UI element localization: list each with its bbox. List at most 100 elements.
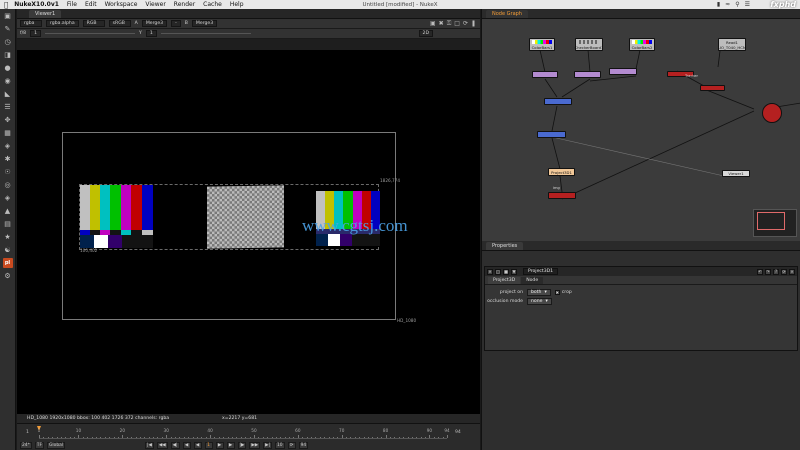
furnace-icon[interactable]: ▤ (3, 219, 13, 229)
next-increment-button[interactable]: |▶ (237, 442, 247, 449)
other-icon[interactable]: ▲ (3, 206, 13, 216)
mask-icon[interactable]: ▣ (430, 20, 436, 28)
close-panel-icon[interactable]: ✕ (789, 268, 795, 275)
play-back-button[interactable]: ◀ (193, 442, 202, 449)
redo-icon[interactable]: ↷ (765, 268, 771, 275)
gain-slider[interactable] (45, 33, 136, 34)
time-icon[interactable]: ◷ (3, 37, 13, 47)
node-viewer1[interactable]: Viewer1 (722, 170, 750, 177)
timeline-ruler[interactable]: 1 10 20 30 40 50 60 70 80 90 94 (37, 426, 450, 439)
node-transform2[interactable] (574, 71, 601, 78)
fps-select[interactable]: 24* (20, 442, 32, 449)
refresh-icon[interactable]: ⟳ (463, 20, 468, 28)
scope-select[interactable]: Global (47, 442, 66, 449)
composite-select[interactable]: - (171, 20, 181, 27)
increment-input[interactable]: 10 (275, 442, 285, 449)
end-frame-input[interactable]: 94 (298, 442, 309, 449)
collapse-icon[interactable]: ▼ (511, 268, 517, 275)
node-graph-canvas[interactable]: ColorBars1 CheckerBoard1 ColorBars2 Read… (482, 19, 800, 241)
node-transform1[interactable] (532, 71, 558, 78)
revert-icon[interactable]: ⟳ (781, 268, 787, 275)
menu-edit[interactable]: Edit (85, 1, 97, 8)
channels-select[interactable]: rgba (20, 20, 42, 27)
gamma-input[interactable]: 1 (145, 30, 157, 37)
input-b-select[interactable]: Merge3 (191, 20, 218, 27)
settings-icon[interactable]: ⚙ (3, 271, 13, 281)
alpha-select[interactable]: rgba.alpha (46, 20, 79, 27)
node-scene[interactable] (762, 103, 782, 123)
play-forward-button[interactable]: ▶ (215, 442, 224, 449)
gamma-slider[interactable] (160, 33, 251, 34)
node-colorbars1[interactable]: ColorBars1 (529, 38, 555, 51)
deep-icon[interactable]: ◎ (3, 180, 13, 190)
menu-workspace[interactable]: Workspace (105, 1, 138, 8)
list-icon[interactable]: ☰ (745, 1, 750, 8)
pipeline-icon[interactable]: ☯ (3, 245, 13, 255)
plugin-icon[interactable]: pl (2, 258, 13, 268)
3d-icon[interactable]: ▦ (3, 128, 13, 138)
roi-icon[interactable]: □ (454, 20, 460, 28)
prev-increment-button[interactable]: ◀| (170, 442, 180, 449)
apple-icon[interactable]:  (4, 1, 8, 9)
loop-button[interactable]: ⟳ (287, 442, 296, 449)
node-checkerboard1[interactable]: CheckerBoard1 (574, 38, 604, 51)
channel-icon[interactable]: ◨ (3, 50, 13, 60)
current-frame-input[interactable]: 1 (204, 442, 213, 449)
pause-icon[interactable]: ❚ (471, 20, 476, 28)
draw-icon[interactable]: ✎ (3, 24, 13, 34)
first-frame-button[interactable]: |◀ (145, 442, 154, 449)
undo-icon[interactable]: ↶ (757, 268, 763, 275)
filter-icon[interactable]: ◉ (3, 76, 13, 86)
merge-icon[interactable]: ☰ (3, 102, 13, 112)
node-merge3[interactable] (537, 131, 566, 138)
keyer-icon[interactable]: ◣ (3, 89, 13, 99)
close-icon[interactable]: ✕ (487, 268, 493, 275)
views-icon[interactable]: ◈ (3, 141, 13, 151)
fstop-label[interactable]: f/8 (20, 31, 26, 36)
prev-frame-button[interactable]: ◀ (182, 442, 191, 449)
prev-key-button[interactable]: ◀◀ (156, 442, 168, 449)
menu-viewer[interactable]: Viewer (145, 1, 165, 8)
next-key-button[interactable]: ▶▶ (249, 442, 261, 449)
node-img[interactable] (548, 192, 576, 199)
input-a-select[interactable]: Merge3 (141, 20, 168, 27)
ocula-icon[interactable]: ★ (3, 232, 13, 242)
tab-node-graph[interactable]: Node Graph (486, 10, 528, 18)
image-icon[interactable]: ▣ (3, 11, 13, 21)
metadata-icon[interactable]: ✱ (3, 154, 13, 164)
node-read1[interactable]: Read1 LIO_T040_HCM (718, 38, 746, 51)
tab-project3d[interactable]: Project3D (488, 277, 521, 284)
color-chip-icon[interactable]: ■ (503, 268, 509, 275)
menu-render[interactable]: Render (174, 1, 195, 8)
colorspace-select[interactable]: RGB (82, 20, 105, 27)
app-menu[interactable]: NukeX10.0v1 (14, 1, 59, 8)
node-project3d1[interactable]: Project3D1 (548, 168, 575, 176)
float-icon[interactable]: □ (495, 268, 501, 275)
last-frame-button[interactable]: ▶| (263, 442, 272, 449)
lut-select[interactable]: sRGB (108, 20, 131, 27)
node-tracker-red2[interactable] (700, 85, 725, 91)
color-icon[interactable]: ● (3, 63, 13, 73)
project-on-select[interactable]: both ▾ (527, 289, 551, 296)
node-graph-minimap[interactable] (753, 209, 797, 237)
lock-icon[interactable]: ⚿ (447, 20, 452, 28)
tf-select[interactable]: TF (34, 442, 45, 449)
node-transform3[interactable] (609, 68, 637, 75)
tab-properties[interactable]: Properties (486, 242, 524, 250)
tab-viewer1[interactable]: Viewer1 (29, 10, 62, 18)
particles-icon[interactable]: ☉ (3, 167, 13, 177)
wifi-icon[interactable]: ≈ (725, 1, 730, 8)
occlusion-mode-select[interactable]: none ▾ (527, 298, 552, 305)
search-icon[interactable]: ⚲ (735, 1, 739, 8)
menu-file[interactable]: File (67, 1, 77, 8)
menu-cache[interactable]: Cache (203, 1, 222, 8)
crop-checkbox[interactable]: ✖ crop (554, 290, 572, 295)
node-merge1[interactable] (544, 98, 572, 105)
next-frame-button[interactable]: ▶ (226, 442, 235, 449)
view-mode-select[interactable]: 2D (418, 30, 433, 37)
menu-help[interactable]: Help (230, 1, 244, 8)
viewer-canvas[interactable]: 1826,774 100,402 HD_1080 www.cgtsj.com (17, 50, 480, 414)
help-icon[interactable]: ? (773, 268, 779, 275)
node-colorbars2[interactable]: ColorBars2 (629, 38, 655, 51)
tab-node[interactable]: Node (521, 277, 544, 284)
